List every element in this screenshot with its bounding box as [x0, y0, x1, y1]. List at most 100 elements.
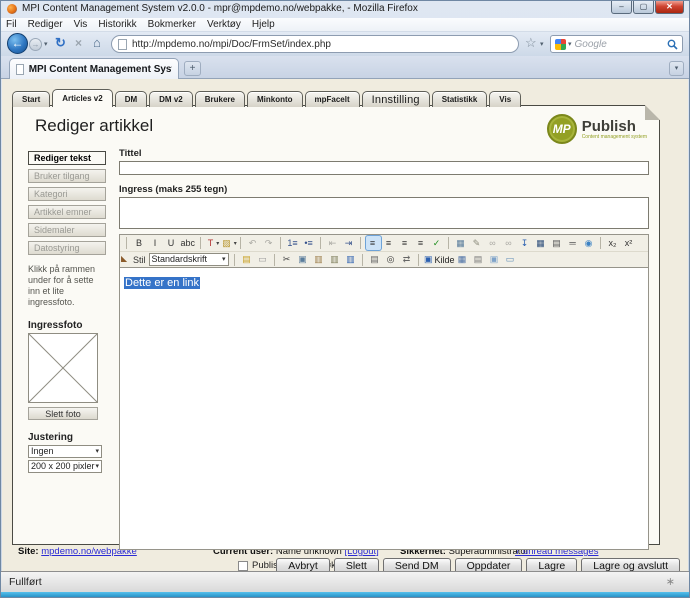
- maximize-button[interactable]: ▢: [633, 1, 654, 14]
- sidebar-item-artikkel-emner[interactable]: Artikkel emner: [28, 205, 106, 219]
- preview-icon[interactable]: ▤: [472, 253, 487, 267]
- slett-foto-button[interactable]: Slett foto: [28, 407, 98, 420]
- sidebar-item-kategori[interactable]: Kategori: [28, 187, 106, 201]
- search-go-icon[interactable]: [667, 39, 678, 50]
- back-button[interactable]: ←: [7, 33, 28, 54]
- send-dm-button[interactable]: Send DM: [383, 558, 451, 571]
- find-icon[interactable]: ◎: [384, 253, 399, 267]
- table-icon[interactable]: ▦: [534, 236, 549, 250]
- menu-item[interactable]: Vis: [74, 19, 88, 30]
- new-page-icon[interactable]: ▤: [240, 253, 255, 267]
- sidebar-item-sidemaler[interactable]: Sidemaler: [28, 223, 106, 237]
- menu-item[interactable]: Verktøy: [207, 19, 241, 30]
- tab-dm[interactable]: DM: [115, 91, 147, 107]
- copy-icon[interactable]: ▣: [296, 253, 311, 267]
- pagebreak-icon[interactable]: ▤: [550, 236, 565, 250]
- history-dropdown-icon[interactable]: ▾: [44, 40, 48, 48]
- replace-icon[interactable]: ⇄: [400, 253, 415, 267]
- sidebar-item-datostyring[interactable]: Datostyring: [28, 241, 106, 255]
- text-color-icon[interactable]: T: [206, 236, 221, 250]
- oppdater-button[interactable]: Oppdater: [455, 558, 523, 571]
- undo-icon[interactable]: ↶: [246, 236, 261, 250]
- new-tab-button[interactable]: +: [184, 61, 201, 76]
- avbryt-button[interactable]: Avbryt: [276, 558, 330, 571]
- tittel-input[interactable]: [119, 161, 649, 175]
- home-icon[interactable]: ⌂: [93, 35, 101, 50]
- search-bar[interactable]: ▾ Google: [550, 35, 683, 53]
- table-borders-icon[interactable]: ▦: [456, 253, 471, 267]
- align-left-icon[interactable]: ≡: [366, 236, 381, 250]
- hr-icon[interactable]: ═: [566, 236, 581, 250]
- unlink-icon[interactable]: ∞: [502, 236, 517, 250]
- menu-item[interactable]: Bokmerker: [148, 19, 196, 30]
- url-text[interactable]: http://mpdemo.no/mpi/Doc/FrmSet/index.ph…: [132, 39, 331, 50]
- tab-minkonto[interactable]: Minkonto: [247, 91, 303, 107]
- link-icon[interactable]: ∞: [486, 236, 501, 250]
- publiser-checkbox[interactable]: [238, 561, 248, 571]
- bookmark-star-icon[interactable]: ☆: [525, 35, 537, 51]
- indent-icon[interactable]: ⇥: [342, 236, 357, 250]
- strikethrough-icon[interactable]: abc: [181, 236, 198, 250]
- subscript-icon[interactable]: x₂: [606, 236, 621, 250]
- tab-dm-v2[interactable]: DM v2: [149, 91, 193, 107]
- minimize-button[interactable]: –: [611, 1, 632, 14]
- title-bar[interactable]: MPI Content Management System v2.0.0 - m…: [1, 1, 689, 18]
- tab-statistikk[interactable]: Statistikk: [432, 91, 488, 107]
- editor-content-area[interactable]: Dette er en link: [120, 267, 648, 549]
- forward-button[interactable]: →: [29, 38, 42, 51]
- tab-start[interactable]: Start: [12, 91, 50, 107]
- sidebar-item-bruker-tilgang[interactable]: Bruker tilgang: [28, 169, 106, 183]
- size-select[interactable]: 200 x 200 pixler ▾: [28, 460, 102, 473]
- tab-innstilling[interactable]: Innstilling: [362, 91, 430, 107]
- spellcheck-icon[interactable]: ✓: [430, 236, 445, 250]
- toolbar-collapse-icon[interactable]: ◣: [121, 254, 127, 263]
- selected-link-text[interactable]: Dette er en link: [124, 277, 200, 289]
- specialchar-icon[interactable]: ◉: [582, 236, 597, 250]
- slett-button[interactable]: Slett: [334, 558, 379, 571]
- stop-icon[interactable]: ×: [75, 36, 82, 50]
- search-engine-dropdown-icon[interactable]: ▾: [568, 40, 572, 48]
- menu-item[interactable]: Hjelp: [252, 19, 275, 30]
- maximize-icon[interactable]: ▭: [504, 253, 519, 267]
- reload-icon[interactable]: ↻: [55, 35, 66, 51]
- align-justify-icon[interactable]: ≡: [414, 236, 429, 250]
- lagre-button[interactable]: Lagre: [526, 558, 577, 571]
- tab-mpfacelt[interactable]: mpFacelt: [305, 91, 360, 107]
- anchor-icon[interactable]: ↧: [518, 236, 533, 250]
- attachment-icon[interactable]: ✎: [470, 236, 485, 250]
- paste-icon[interactable]: ▥: [312, 253, 327, 267]
- image-icon[interactable]: ▦: [454, 236, 469, 250]
- paste-word-icon[interactable]: ▥: [344, 253, 359, 267]
- menu-item[interactable]: Fil: [6, 19, 17, 30]
- justering-select[interactable]: Ingen ▾: [28, 445, 102, 458]
- bold-icon[interactable]: B: [133, 236, 148, 250]
- underline-icon[interactable]: U: [165, 236, 180, 250]
- menu-item[interactable]: Historikk: [98, 19, 136, 30]
- bookmark-dropdown-icon[interactable]: ▾: [540, 40, 544, 48]
- tab-list-dropdown-icon[interactable]: ▾: [669, 61, 684, 76]
- tab-articles-v2[interactable]: Articles v2: [52, 89, 112, 107]
- paste-text-icon[interactable]: ▥: [328, 253, 343, 267]
- search-input[interactable]: Google: [575, 39, 667, 50]
- italic-icon[interactable]: I: [149, 236, 164, 250]
- print-icon[interactable]: ▤: [368, 253, 383, 267]
- ingressfoto-placeholder[interactable]: [28, 333, 98, 403]
- highlight-color-icon[interactable]: ▨: [222, 236, 237, 250]
- align-right-icon[interactable]: ≡: [398, 236, 413, 250]
- lagre-og-avslutt-button[interactable]: Lagre og avslutt: [581, 558, 680, 571]
- numbered-list-icon[interactable]: 1≡: [286, 236, 301, 250]
- close-button[interactable]: ✕: [655, 1, 684, 14]
- tab-vis[interactable]: Vis: [489, 91, 521, 107]
- font-select[interactable]: Standardskrift ▾: [149, 253, 229, 266]
- source-icon[interactable]: ▣ Kilde: [424, 253, 455, 267]
- tab-brukere[interactable]: Brukere: [195, 91, 245, 107]
- show-blocks-icon[interactable]: ▣: [488, 253, 503, 267]
- url-bar[interactable]: http://mpdemo.no/mpi/Doc/FrmSet/index.ph…: [111, 35, 519, 53]
- eraser-icon[interactable]: ▭: [256, 253, 271, 267]
- redo-icon[interactable]: ↷: [262, 236, 277, 250]
- superscript-icon[interactable]: x²: [622, 236, 637, 250]
- plugin-status-icon[interactable]: ∗: [666, 575, 675, 588]
- menu-item[interactable]: Rediger: [28, 19, 63, 30]
- bulleted-list-icon[interactable]: •≡: [302, 236, 317, 250]
- ingress-textarea[interactable]: [119, 197, 649, 229]
